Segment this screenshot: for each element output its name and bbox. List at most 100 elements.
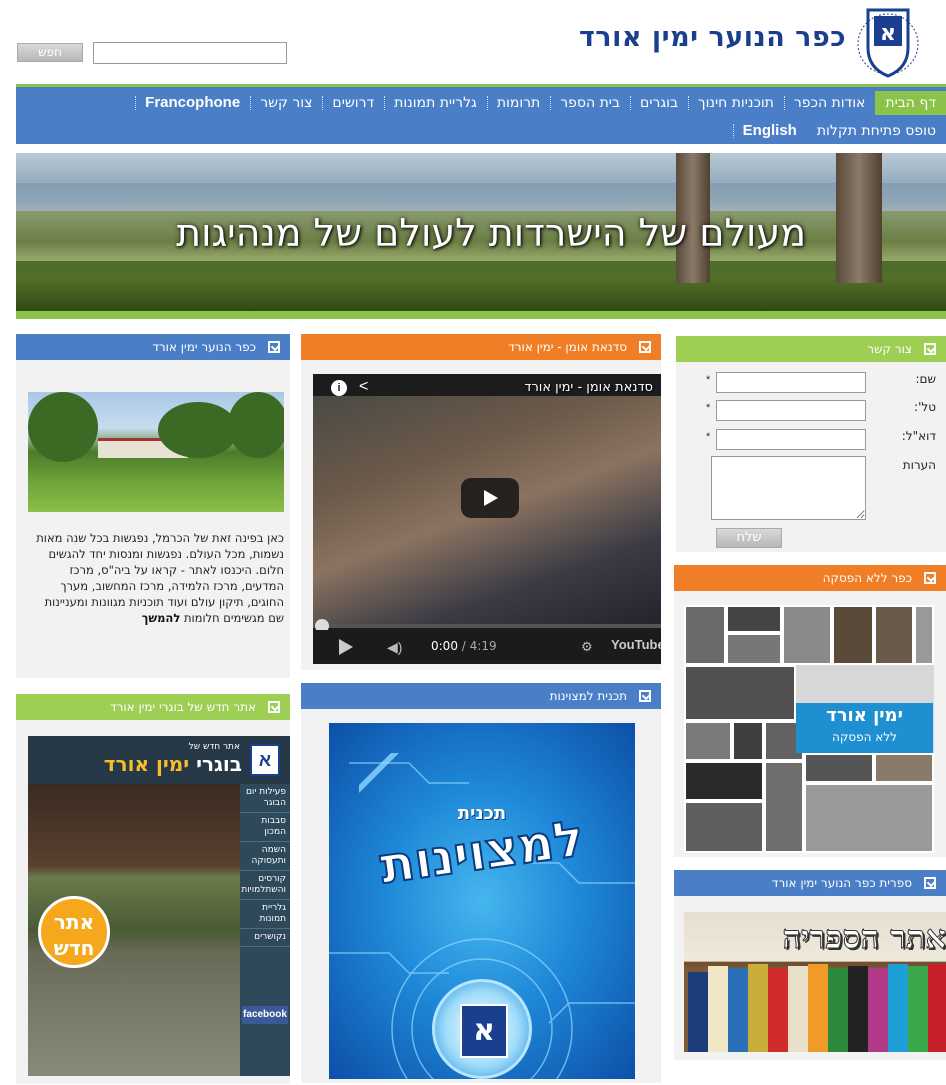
video-panel: סדנאת אומן - ימין אורד סדנאת אומן - ימין… — [301, 334, 661, 670]
library-panel-title: ספרית כפר הנוער ימין אורד — [771, 876, 912, 890]
collage-photo — [684, 665, 796, 721]
alumni-menu-item: פעילות יום הבוגר — [240, 784, 290, 813]
contact-panel-title: צור קשר — [867, 342, 912, 356]
nav-item-gallery[interactable]: גלריית תמונות — [384, 91, 487, 115]
photo-tree — [158, 402, 238, 458]
nostop-badge-title: ימין אורד — [826, 705, 903, 726]
required-mark: * — [706, 402, 711, 414]
book — [768, 968, 788, 1052]
nav-item-alumni[interactable]: בוגרים — [630, 91, 688, 115]
required-mark: * — [706, 374, 711, 386]
youtube-logo[interactable]: YouTube — [611, 637, 661, 652]
alumni-banner-subtitle: אתר חדש של — [188, 742, 240, 752]
video-progress-bar[interactable] — [313, 624, 661, 628]
collage-photo — [684, 761, 764, 801]
nostop-panel: כפר ללא הפסקה ימין אורד ללא הפסקה — [674, 565, 946, 857]
video-time: 0:00 / 4:19 — [431, 639, 497, 653]
nostop-badge: ימין אורד ללא הפסקה — [796, 703, 933, 753]
village-description: כאן בפינה זאת של הכרמל, נפגשות בכל שנה מ… — [28, 530, 284, 626]
info-icon[interactable]: i — [331, 380, 347, 396]
nav-item-contact[interactable]: צור קשר — [250, 91, 322, 115]
collapse-icon[interactable] — [639, 690, 651, 702]
send-button[interactable]: שלח — [716, 528, 782, 548]
phone-field[interactable] — [716, 400, 866, 421]
book — [848, 966, 868, 1052]
school-crest-icon: א — [250, 744, 280, 776]
video-current-time: 0:00 — [431, 639, 458, 653]
village-panel-header: כפר הנוער ימין אורד — [16, 334, 290, 360]
nav-item-home[interactable]: דף הבית — [875, 91, 946, 115]
school-crest-icon[interactable]: א — [854, 4, 922, 78]
excellence-banner[interactable]: תכנית למצוינות א — [329, 723, 635, 1079]
collage-photo — [832, 605, 874, 665]
collapse-icon[interactable] — [639, 341, 651, 353]
alumni-banner-header: א אתר חדש של בוגרי ימין אורד — [28, 736, 290, 784]
nav-item-fault-form[interactable]: טופס פתיחת תקלות — [807, 119, 946, 143]
volume-icon[interactable]: ◀) — [387, 639, 402, 656]
book — [868, 968, 888, 1052]
nav-item-donations[interactable]: תרומות — [486, 91, 550, 115]
nav-item-jobs[interactable]: דרושים — [322, 91, 384, 115]
collapse-icon[interactable] — [924, 343, 936, 355]
video-panel-title: סדנאת אומן - ימין אורד — [508, 340, 627, 354]
village-photo[interactable] — [28, 392, 284, 512]
nav-item-about[interactable]: אודות הכפר — [783, 91, 875, 115]
video-player[interactable]: סדנאת אומן - ימין אורד i < ◀) 0:00 / 4:1… — [313, 374, 661, 664]
play-button[interactable] — [461, 478, 519, 518]
nav-row-1: דף הבית אודות הכפר תוכניות חינוך בוגרים … — [135, 89, 946, 117]
collage-photo — [684, 801, 764, 853]
nav-item-francophone[interactable]: Francophone — [135, 91, 250, 115]
nav-item-education[interactable]: תוכניות חינוך — [688, 91, 784, 115]
share-icon[interactable]: < — [359, 378, 368, 396]
alumni-panel-header: אתר חדש של בוגרי ימין אורד — [16, 694, 290, 720]
collage-photo — [874, 753, 934, 783]
book — [728, 968, 748, 1052]
photo-tree — [228, 392, 284, 458]
collage-photo — [914, 605, 934, 665]
alumni-site-banner[interactable]: א אתר חדש של בוגרי ימין אורד פעילות יום … — [28, 736, 290, 1076]
collage-photo — [684, 605, 726, 665]
alumni-banner-menu: פעילות יום הבוגר סבבות המכון השמה ותעסוק… — [240, 784, 290, 1076]
book — [928, 964, 946, 1052]
excellence-panel-header: תכנית למצוינות — [301, 683, 661, 709]
email-field[interactable] — [716, 429, 866, 450]
excellence-panel-title: תכנית למצוינות — [549, 689, 627, 703]
video-controls: ◀) 0:00 / 4:19 ⚙ YouTube — [313, 630, 661, 664]
site-title[interactable]: כפר הנוער ימין אורד — [579, 22, 846, 53]
read-more-link[interactable]: להמשך — [142, 611, 181, 625]
notes-field[interactable] — [711, 456, 866, 520]
library-banner[interactable]: אתר הספריה — [684, 912, 946, 1052]
main-nav: דף הבית אודות הכפר תוכניות חינוך בוגרים … — [16, 84, 946, 144]
nostop-collage[interactable]: ימין אורד ללא הפסקה — [684, 605, 934, 853]
collage-photo — [726, 633, 782, 665]
collapse-icon[interactable] — [924, 572, 936, 584]
nostop-panel-header: כפר ללא הפסקה — [674, 565, 946, 591]
nav-row-2: טופס פתיחת תקלות English — [732, 117, 946, 145]
collapse-icon[interactable] — [924, 877, 936, 889]
play-icon[interactable] — [339, 639, 353, 655]
settings-icon[interactable]: ⚙ — [581, 639, 593, 655]
video-title[interactable]: סדנאת אומן - ימין אורד — [524, 380, 653, 395]
alumni-menu-item: קורסים והשתלמויות — [240, 871, 290, 900]
alumni-banner-title-a: בוגרי — [196, 752, 242, 776]
library-panel-header: ספרית כפר הנוער ימין אורד — [674, 870, 946, 896]
nav-item-english[interactable]: English — [732, 119, 807, 143]
hero-banner: מעולם של הישרדות לעולם של מנהיגות — [16, 153, 946, 319]
library-banner-text: אתר הספריה — [782, 918, 946, 957]
collapse-icon[interactable] — [268, 341, 280, 353]
collage-photo — [804, 783, 934, 853]
collage-photo — [684, 721, 732, 761]
alumni-banner-title: בוגרי ימין אורד — [104, 752, 242, 776]
search-input[interactable] — [93, 42, 287, 64]
alumni-menu-item: נקושרים — [240, 929, 290, 947]
collapse-icon[interactable] — [268, 701, 280, 713]
book — [788, 966, 808, 1052]
banner-tree — [836, 153, 882, 283]
alumni-menu-item: סבבות המכון — [240, 813, 290, 842]
search-button[interactable]: חפש — [17, 43, 83, 62]
name-field[interactable] — [716, 372, 866, 393]
banner-slogan: מעולם של הישרדות לעולם של מנהיגות — [176, 211, 806, 255]
site-header: א כפר הנוער ימין אורד חפש — [0, 0, 946, 84]
nav-item-school[interactable]: בית הספר — [550, 91, 630, 115]
contact-panel: צור קשר שם: * טל': * דוא"ל: * הערות שלח — [676, 336, 946, 552]
